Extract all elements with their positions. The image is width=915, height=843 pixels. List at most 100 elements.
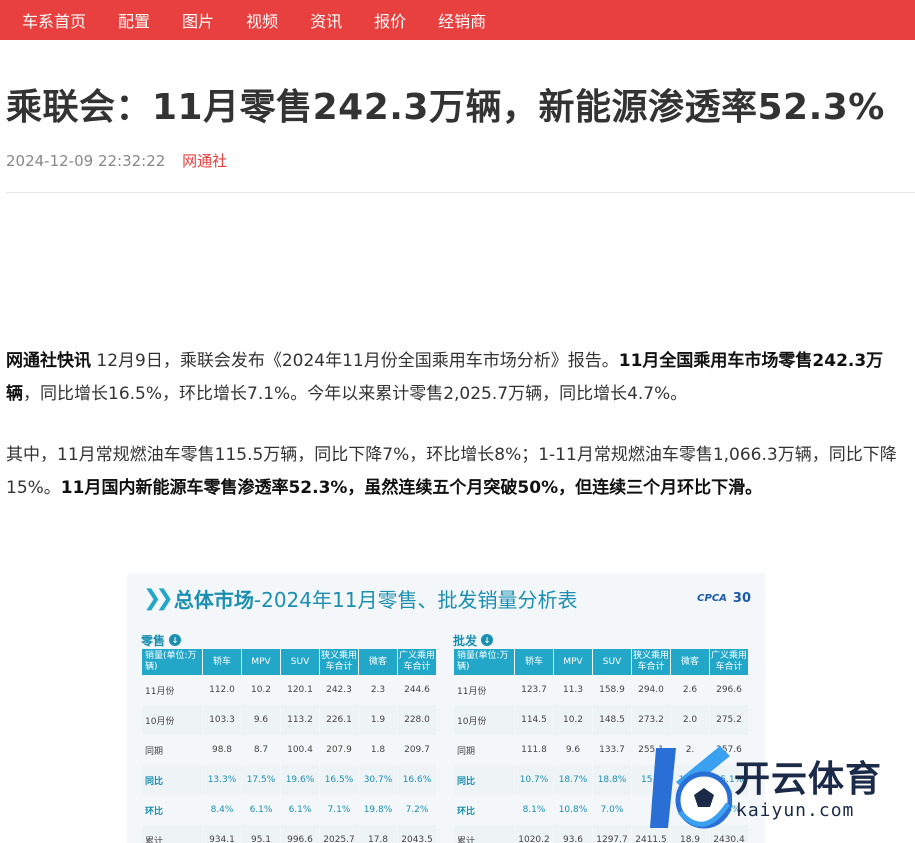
table-cell: 17.8 (359, 825, 397, 843)
table-cell: 1.8 (370, 745, 386, 755)
table-cell: 11月份 (145, 686, 175, 697)
table-cell: 10.2 (554, 705, 592, 735)
nav-item-video[interactable]: 视频 (246, 8, 278, 32)
table-cell: 2.0 (671, 705, 709, 735)
table-cell: 996.6 (281, 825, 319, 843)
arrow-down-circle-icon: ↓ (481, 634, 494, 646)
figure-title: 总体市场-2024年11月零售、批发销量分析表 (174, 584, 578, 613)
cpca-logo-text: CPCA (697, 593, 727, 604)
table-cell: 19.6% (281, 765, 319, 795)
retail-panel: 零售 ↓ 销量(单位:万辆) 轿车 MPV SUV 狭义乘用车合计 微客 广义乘用车合计 11… (141, 631, 437, 843)
table-cell: 10.2 (250, 685, 272, 695)
nav-item-series-home[interactable]: 车系首页 (22, 8, 86, 32)
table-cell: 7.1% (327, 805, 351, 815)
table-cell: 11月份 (457, 686, 487, 697)
nav-item-news[interactable]: 资讯 (310, 8, 342, 32)
divider (6, 192, 915, 193)
retail-label-text: 零售 (141, 633, 166, 648)
wholesale-header-cell: 微客 (671, 649, 709, 675)
table-row: 环比 8.4% 6.1% 6.1% 7.1% 19.8% 7.2% (142, 795, 436, 825)
table-cell: 6.1% (288, 805, 312, 815)
figure-header: ❯❯ 总体市场-2024年11月零售、批发销量分析表 CPCA 30 (127, 573, 765, 623)
table-cell: 18.8% (593, 765, 631, 795)
table-cell: 环比 (145, 806, 164, 817)
kaiyun-logo-icon (650, 746, 732, 829)
retail-label: 零售 ↓ (141, 631, 437, 649)
table-cell: 同期 (457, 746, 476, 757)
wholesale-header-cell: MPV (554, 649, 592, 675)
table-row: 同期 98.8 8.7 100.4 207.9 1.8 209.7 (142, 735, 436, 765)
table-cell: 273.2 (632, 705, 670, 735)
retail-header-cell: 广义乘用车合计 (398, 649, 436, 675)
watermark-brand: 开云体育 (734, 759, 883, 800)
table-cell: 2.6 (682, 685, 698, 695)
retail-header-cell: MPV (242, 649, 280, 675)
table-cell: 244.6 (404, 685, 430, 695)
table-cell: 294.0 (638, 685, 664, 695)
table-cell: 同期 (145, 746, 164, 757)
table-cell: 207.9 (326, 745, 352, 755)
table-cell: 9.6 (565, 745, 581, 755)
table-cell: 6.1% (249, 805, 273, 815)
anniversary-logo-text: 30 (732, 591, 751, 606)
table-cell: 10月份 (142, 705, 202, 735)
table-row: 累计 934.1 95.1 996.6 2025.7 17.8 2043.5 (142, 825, 436, 843)
table-cell: 95.1 (242, 825, 280, 843)
retail-header-cell: 狭义乘用车合计 (320, 649, 358, 675)
table-cell: 2.3 (370, 685, 386, 695)
top-nav: 车系首页 配置 图片 视频 资讯 报价 经销商 (0, 0, 915, 40)
nav-item-images[interactable]: 图片 (182, 8, 214, 32)
table-row: 11月份 112.0 10.2 120.1 242.3 2.3 244.6 (142, 675, 436, 705)
paragraph-text: ，同比增长16.5%，环比增长7.1%。今年以来累计零售2,025.7万辆，同比… (23, 384, 688, 404)
table-cell: 111.8 (521, 745, 547, 755)
table-cell: 9.6 (242, 705, 280, 735)
retail-header-cell: 微客 (359, 649, 397, 675)
table-row: 同比 13.3% 17.5% 19.6% 16.5% 30.7% 16.6% (142, 765, 436, 795)
table-cell: 275.2 (710, 705, 748, 735)
table-cell: 13.3% (203, 765, 241, 795)
wholesale-header-cell: 轿车 (515, 649, 553, 675)
table-cell: 98.8 (211, 745, 233, 755)
article-source-link[interactable]: 网通社 (182, 152, 227, 170)
table-cell: 18.7% (554, 765, 592, 795)
table-cell: 8.1% (522, 805, 546, 815)
table-cell: 16.5% (320, 765, 358, 795)
table-cell: 8.7 (253, 745, 269, 755)
article-title: 乘联会：11月零售242.3万辆，新能源渗透率52.3% (6, 87, 885, 128)
arrow-down-circle-icon: ↓ (169, 634, 182, 646)
lead-text: 网通社快讯 (6, 351, 91, 371)
nav-item-config[interactable]: 配置 (118, 8, 150, 32)
figure-title-main: 总体市场 (173, 587, 254, 612)
table-cell: 7.0% (600, 805, 624, 815)
wholesale-label-text: 批发 (453, 633, 478, 648)
article-paragraph-2: 其中，11月常规燃油车零售115.5万辆，同比下降7%，环比增长8%；1-11月… (6, 439, 906, 505)
table-cell: 103.3 (203, 705, 241, 735)
cpca-logo: CPCA 30 (697, 591, 751, 606)
table-cell: 1020.2 (515, 825, 553, 843)
table-cell: 158.9 (599, 685, 625, 695)
retail-header-cell: 销量(单位:万辆) (142, 649, 202, 675)
table-row: 11月份 123.7 11.3 158.9 294.0 2.6 296.6 (454, 675, 748, 705)
nav-item-price[interactable]: 报价 (374, 8, 406, 32)
paragraph-text: 12月9日，乘联会发布《2024年11月份全国乘用车市场分析》报告。 (91, 351, 619, 371)
retail-table: 销量(单位:万辆) 轿车 MPV SUV 狭义乘用车合计 微客 广义乘用车合计 11月份 11… (141, 649, 437, 843)
table-cell: 10月份 (454, 705, 514, 735)
table-cell: 209.7 (404, 745, 430, 755)
table-cell: 7.2% (405, 805, 429, 815)
article-paragraph-1: 网通社快讯 12月9日，乘联会发布《2024年11月份全国乘用车市场分析》报告。… (6, 345, 906, 411)
table-cell: 11.3 (562, 685, 584, 695)
table-cell: 8.4% (210, 805, 234, 815)
table-cell: 同比 (142, 765, 202, 795)
table-cell: 112.0 (209, 685, 235, 695)
wholesale-header-cell: 狭义乘用车合计 (632, 649, 670, 675)
table-cell: 16.6% (398, 765, 436, 795)
table-cell: 2043.5 (398, 825, 436, 843)
wholesale-header-cell: 销量(单位:万辆) (454, 649, 514, 675)
paragraph-bold-text: 11月国内新能源车零售渗透率52.3%，虽然连续五个月突破50%，但连续三个月环… (60, 478, 763, 498)
table-cell: 226.1 (320, 705, 358, 735)
table-cell: 累计 (454, 825, 514, 843)
table-row: 10月份 103.3 9.6 113.2 226.1 1.9 228.0 (142, 705, 436, 735)
retail-header-cell: 轿车 (203, 649, 241, 675)
nav-item-dealers[interactable]: 经销商 (438, 8, 486, 32)
table-cell: 114.5 (515, 705, 553, 735)
